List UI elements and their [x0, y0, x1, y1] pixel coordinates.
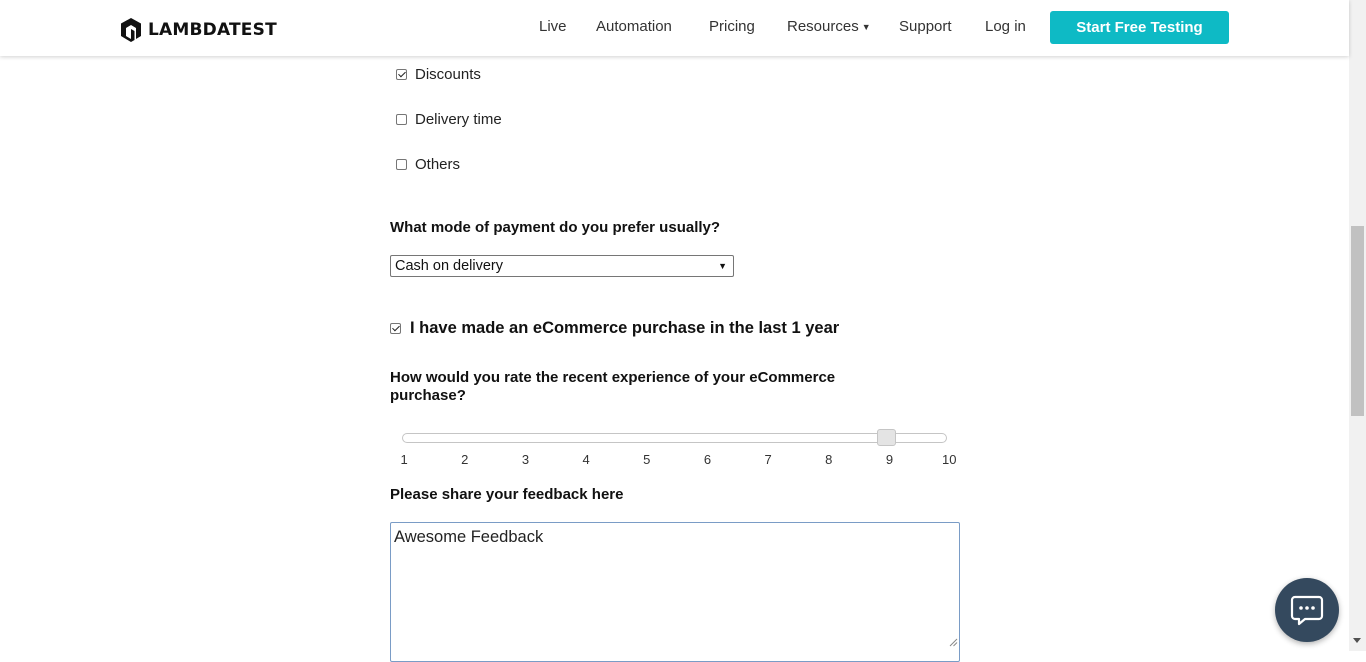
feedback-textarea[interactable]: Awesome Feedback	[390, 522, 960, 662]
nav-resources[interactable]: Resources ▼	[787, 18, 871, 35]
chevron-down-icon: ▼	[861, 22, 871, 32]
checkbox-row-others: Others	[396, 156, 460, 173]
payment-question: What mode of payment do you prefer usual…	[390, 219, 721, 236]
purchase-label: I have made an eCommerce purchase in the…	[410, 319, 840, 337]
rating-slider-handle[interactable]	[877, 429, 897, 446]
rating-tick-6: 6	[703, 452, 712, 467]
rating-tick-8: 8	[825, 452, 833, 467]
scroll-down-arrow-icon[interactable]	[1353, 638, 1361, 643]
chat-bubble-icon	[1290, 595, 1324, 626]
logo-text: LAMBDATEST	[148, 19, 277, 40]
others-checkbox[interactable]	[396, 159, 407, 170]
nav-live[interactable]: Live	[539, 18, 567, 35]
nav-support[interactable]: Support	[899, 18, 952, 35]
rating-slider-track[interactable]	[402, 433, 947, 443]
dropdown-arrow-icon: ▼	[718, 261, 727, 271]
checkbox-row-discounts: Discounts	[396, 66, 481, 83]
start-free-testing-button[interactable]: Start Free Testing	[1050, 11, 1229, 44]
purchase-checkbox[interactable]	[390, 323, 401, 334]
chat-launcher-button[interactable]	[1275, 578, 1339, 642]
lambdatest-logo[interactable]: LAMBDATEST	[119, 16, 277, 43]
rating-tick-3: 3	[521, 452, 530, 467]
rating-question: How would you rate the recent experience…	[390, 369, 836, 404]
purchase-checkbox-row: I have made an eCommerce purchase in the…	[390, 319, 839, 338]
nav-pricing[interactable]: Pricing	[709, 18, 755, 35]
delivery-time-checkbox[interactable]	[396, 114, 407, 125]
payment-select[interactable]: Cash on delivery ▼	[390, 255, 734, 277]
nav-login[interactable]: Log in	[985, 18, 1026, 35]
discounts-label: Discounts	[415, 66, 481, 83]
rating-tick-2: 2	[461, 452, 469, 467]
nav-automation[interactable]: Automation	[596, 18, 672, 35]
delivery-time-label: Delivery time	[415, 111, 502, 128]
checkbox-row-delivery-time: Delivery time	[396, 111, 502, 128]
discounts-checkbox[interactable]	[396, 69, 407, 80]
lambdatest-logo-icon	[121, 17, 141, 42]
rating-tick-10: 10	[942, 452, 957, 467]
resize-grip-icon[interactable]	[949, 638, 958, 647]
scrollbar-thumb[interactable]	[1351, 226, 1364, 416]
rating-tick-4: 4	[582, 452, 590, 467]
page-scrollbar[interactable]	[1349, 0, 1366, 651]
others-label: Others	[415, 156, 461, 173]
rating-tick-5: 5	[643, 452, 651, 467]
rating-tick-9: 9	[885, 452, 894, 467]
rating-tick-7: 7	[764, 452, 772, 467]
nav-resources-label: Resources	[787, 18, 859, 35]
site-header: LAMBDATEST Live Automation Pricing Resou…	[0, 0, 1349, 56]
feedback-question: Please share your feedback here	[390, 486, 624, 503]
rating-tick-1: 1	[400, 452, 408, 467]
payment-selected-value: Cash on delivery	[395, 258, 503, 274]
